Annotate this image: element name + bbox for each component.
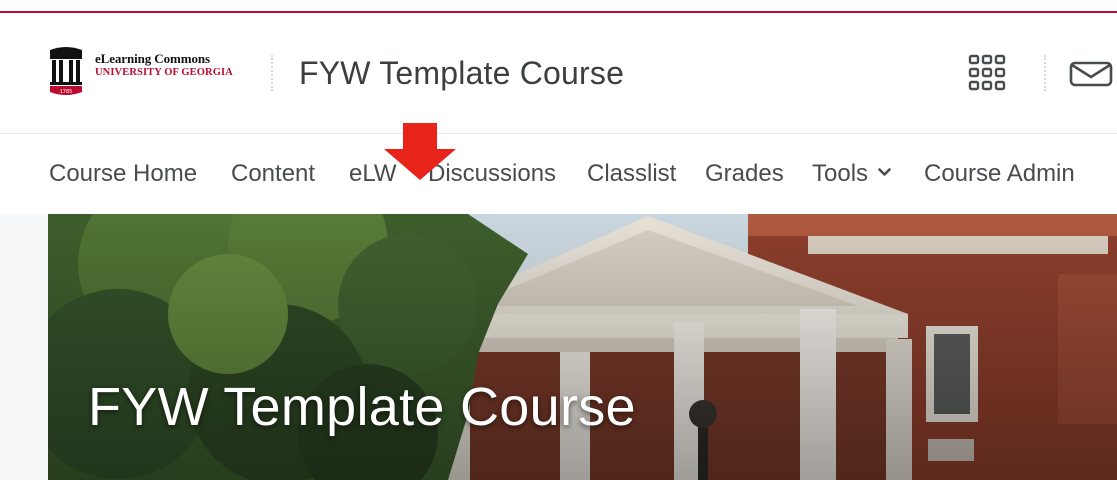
- course-header: 1785 eLearning Commons UNIVERSITY OF GEO…: [0, 13, 1117, 133]
- course-banner: FYW Template Course: [48, 214, 1117, 480]
- envelope-icon[interactable]: [1068, 60, 1114, 88]
- nav-grades[interactable]: Grades: [705, 160, 784, 188]
- header-divider-icons: [1044, 55, 1046, 91]
- waffle-grid-icon[interactable]: [965, 53, 1009, 93]
- brand-name: eLearning Commons: [95, 51, 210, 66]
- brand-institution: UNIVERSITY OF GEORGIA: [95, 67, 233, 78]
- nav-tools-label: Tools: [812, 160, 869, 187]
- logo-seal-year: 1785: [60, 89, 73, 95]
- elearning-commons-logo-link[interactable]: 1785 eLearning Commons UNIVERSITY OF GEO…: [48, 46, 248, 98]
- nav-course-admin[interactable]: Course Admin: [924, 160, 1075, 188]
- course-banner-image: [48, 214, 1117, 480]
- chevron-down-icon: [878, 168, 891, 176]
- course-title-link[interactable]: FYW Template Course: [299, 55, 624, 92]
- header-divider: [271, 55, 273, 91]
- nav-classlist[interactable]: Classlist: [587, 160, 676, 188]
- nav-course-home[interactable]: Course Home: [49, 160, 197, 188]
- page-gutter: [0, 214, 48, 480]
- nav-content[interactable]: Content: [231, 160, 315, 188]
- banner-course-title: FYW Template Course: [88, 377, 636, 437]
- nav-tools-dropdown[interactable]: Tools: [812, 160, 891, 188]
- course-navbar: Course Home Content eLW Discussions Clas…: [0, 134, 1117, 214]
- uga-arch-logo-icon: 1785: [48, 46, 84, 98]
- annotation-down-arrow-icon: [384, 123, 456, 180]
